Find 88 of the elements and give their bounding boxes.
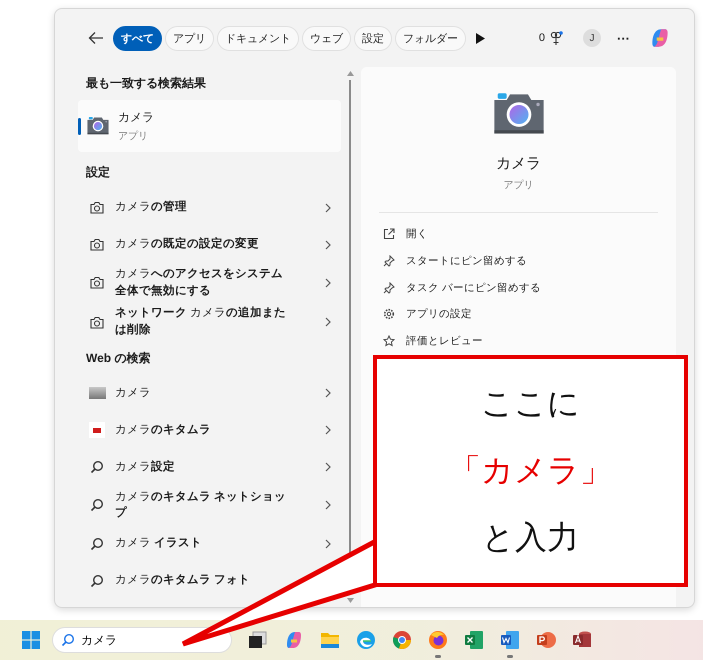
section-heading: Web の検索 bbox=[85, 350, 152, 367]
action-item[interactable]: スタートにピン留めする bbox=[383, 247, 676, 274]
action-label: 開く bbox=[406, 227, 428, 242]
result-label: カメラの既定の設定の変更 bbox=[115, 236, 260, 252]
action-item[interactable]: 評価とレビュー bbox=[383, 328, 676, 354]
search-result-item[interactable]: ネットワーク カメラの追加または削除 bbox=[78, 302, 341, 342]
logo-icon bbox=[89, 422, 105, 438]
presentation-app-icon[interactable] bbox=[535, 629, 557, 651]
search-result-item[interactable]: カメラへのアクセスをシステム全体で無効にする bbox=[78, 263, 341, 302]
browser-icon[interactable] bbox=[391, 629, 413, 651]
chevron-icon bbox=[325, 462, 331, 472]
search-result-item[interactable]: カメラのキタムラ ネットショップ bbox=[78, 486, 341, 526]
chevron-icon bbox=[325, 240, 331, 250]
filter-tab[interactable]: すべて bbox=[113, 26, 162, 50]
spreadsheet-app-icon[interactable] bbox=[463, 629, 485, 651]
gear-icon bbox=[383, 308, 395, 320]
chevron-icon bbox=[325, 317, 331, 328]
app-name: カメラ bbox=[118, 109, 154, 126]
search-result-item[interactable]: カメラ設定 bbox=[78, 448, 341, 486]
chevron-icon bbox=[325, 202, 331, 212]
app-type: アプリ bbox=[504, 178, 534, 192]
filter-tab[interactable]: ウェブ bbox=[302, 26, 351, 50]
search-icon bbox=[90, 498, 104, 512]
camera-icon bbox=[90, 316, 104, 329]
callout-text: ここに bbox=[481, 384, 580, 423]
search-icon bbox=[90, 574, 104, 588]
app-title: カメラ bbox=[496, 154, 541, 173]
app-type: アプリ bbox=[118, 130, 149, 143]
pin-icon bbox=[383, 282, 395, 294]
play-icon[interactable] bbox=[476, 32, 485, 44]
result-label: カメラのキタムラ bbox=[115, 422, 212, 438]
scroll-down-icon[interactable] bbox=[346, 598, 354, 603]
task-view-icon[interactable] bbox=[247, 629, 269, 651]
best-match-card[interactable]: カメラ アプリ bbox=[78, 100, 341, 152]
result-label: カメラの管理 bbox=[115, 200, 188, 216]
chevron-icon bbox=[325, 388, 331, 398]
result-label: カメラ設定 bbox=[115, 459, 176, 475]
search-field[interactable]: カメラ bbox=[52, 627, 232, 653]
result-label: カメラのキタムラ フォト bbox=[115, 573, 252, 588]
callout-text: 「カメラ」 bbox=[449, 451, 612, 490]
chevron-icon bbox=[325, 538, 331, 549]
search-icon bbox=[90, 536, 104, 551]
search-result-item[interactable]: カメラ イラスト bbox=[78, 525, 341, 562]
points-count: 0 bbox=[538, 32, 545, 44]
action-item[interactable]: タスク バーにピン留めする bbox=[383, 274, 676, 301]
document-app-icon[interactable] bbox=[499, 629, 521, 651]
account-avatar[interactable]: J bbox=[583, 29, 601, 47]
star-icon bbox=[383, 334, 395, 347]
external-link-icon bbox=[383, 228, 395, 240]
action-item[interactable]: アプリの設定 bbox=[383, 300, 676, 328]
action-item[interactable]: 開く bbox=[383, 220, 676, 248]
result-label: カメラのキタムラ ネットショップ bbox=[115, 490, 288, 522]
chevron-icon bbox=[325, 278, 331, 288]
search-icon bbox=[90, 460, 104, 474]
action-label: スタートにピン留めする bbox=[406, 254, 527, 268]
scroll-up-icon[interactable] bbox=[346, 71, 354, 76]
filter-tab[interactable]: アプリ bbox=[165, 26, 214, 50]
callout-text: と入力 bbox=[482, 518, 579, 557]
result-label: カメラ イラスト bbox=[115, 536, 204, 552]
action-label: アプリの設定 bbox=[406, 307, 472, 322]
camera-app-icon bbox=[86, 116, 110, 136]
section-heading: 最も一致する検索結果 bbox=[85, 75, 207, 92]
filter-tab[interactable]: 設定 bbox=[354, 26, 392, 50]
search-icon bbox=[61, 633, 75, 647]
action-label: 評価とレビュー bbox=[406, 334, 483, 348]
result-label: ネットワーク カメラの追加または削除 bbox=[115, 305, 288, 338]
chevron-icon bbox=[325, 425, 331, 436]
filter-tab[interactable]: フォルダー bbox=[395, 26, 466, 50]
more-button[interactable]: ··· bbox=[617, 30, 630, 46]
filter-tab[interactable]: ドキュメント bbox=[217, 26, 299, 50]
camera-photo-thumbnail bbox=[88, 387, 106, 400]
start-icon[interactable] bbox=[22, 631, 40, 649]
camera-icon bbox=[90, 276, 104, 290]
chevron-icon bbox=[325, 500, 331, 510]
search-result-item[interactable]: カメラの既定の設定の変更 bbox=[78, 226, 341, 263]
result-label: カメラ bbox=[115, 386, 152, 401]
back-arrow-icon bbox=[88, 31, 104, 45]
camera-icon bbox=[90, 238, 104, 251]
fox-browser-icon[interactable] bbox=[427, 629, 449, 651]
search-result-item[interactable]: カメラの管理 bbox=[78, 189, 341, 226]
camera-icon bbox=[90, 201, 104, 214]
pin-icon bbox=[383, 254, 395, 267]
browser-icon[interactable] bbox=[355, 629, 377, 651]
search-result-item[interactable]: カメラ bbox=[78, 374, 341, 412]
result-label: カメラへのアクセスをシステム全体で無効にする bbox=[115, 267, 284, 299]
action-label: タスク バーにピン留めする bbox=[406, 280, 541, 295]
section-heading: 設定 bbox=[84, 164, 111, 181]
search-result-item[interactable]: カメラのキタムラ bbox=[78, 412, 341, 449]
